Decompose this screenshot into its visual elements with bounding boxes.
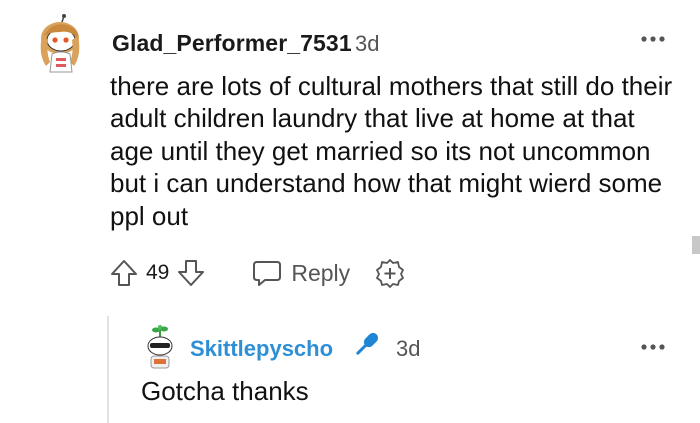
- reply-body: Gotcha thanks: [141, 376, 309, 406]
- reply-icon: [251, 257, 283, 289]
- comment-username[interactable]: Glad_Performer_7531: [112, 30, 352, 57]
- microphone-icon: [349, 328, 383, 362]
- commenter-avatar[interactable]: [34, 14, 86, 76]
- scrollbar-thumb[interactable]: [692, 236, 700, 254]
- reply-username[interactable]: Skittlepyscho: [190, 336, 333, 362]
- comment-actions: 49 Reply: [108, 256, 406, 290]
- more-options-icon[interactable]: [640, 30, 666, 42]
- comment-timestamp: 3d: [355, 31, 380, 56]
- thread-line[interactable]: [107, 316, 109, 423]
- upvote-icon[interactable]: [108, 257, 140, 289]
- downvote-icon[interactable]: [175, 257, 207, 289]
- reply-label: Reply: [291, 259, 351, 286]
- more-options-icon[interactable]: [640, 338, 666, 350]
- vote-count: 49: [146, 261, 170, 284]
- reply-button[interactable]: Reply: [251, 257, 350, 289]
- reply-avatar[interactable]: [142, 324, 178, 370]
- reply-timestamp: 3d: [396, 336, 421, 361]
- comment-body: there are lots of cultural mothers that …: [110, 71, 673, 231]
- award-add-icon[interactable]: [374, 257, 406, 289]
